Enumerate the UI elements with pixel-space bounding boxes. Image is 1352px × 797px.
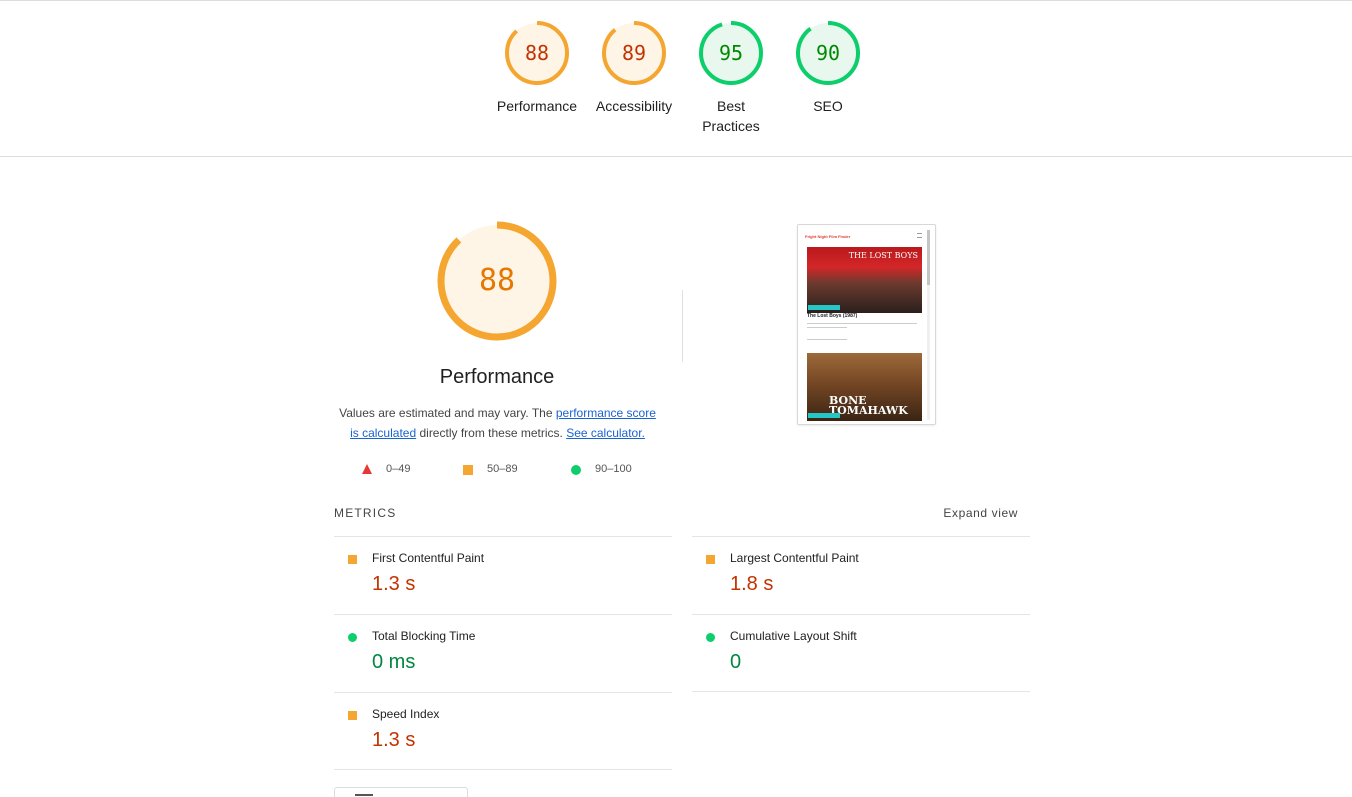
square-icon: [348, 555, 357, 564]
expand-view-button[interactable]: Expand view: [943, 506, 1018, 520]
metric-label: Total Blocking Time: [372, 629, 476, 643]
legend-pass-label: 90–100: [595, 463, 632, 475]
metric-label: First Contentful Paint: [372, 551, 485, 565]
performance-description: Values are estimated and may vary. The p…: [334, 403, 661, 443]
thumb-text-line: [807, 339, 847, 340]
metrics-header: METRICS Expand view: [334, 506, 1030, 522]
metric-divider: [334, 769, 672, 770]
hamburger-icon: [917, 233, 922, 238]
score-legend: 0–49 50–89 90–100: [360, 462, 660, 478]
header-divider: [0, 156, 1352, 157]
metric-value: 1.8 s: [730, 573, 774, 595]
metric-value: 1.3 s: [372, 729, 416, 751]
poster-tag: [808, 305, 840, 310]
poster-title: THE LOST BOYS: [848, 251, 918, 260]
legend-fail: 0–49: [360, 462, 410, 475]
triangle-icon: [362, 464, 372, 474]
thumb-caption: The Lost Boys (1987): [807, 313, 858, 319]
thumb-text-line: [807, 323, 917, 324]
gauge-score: 88: [524, 41, 550, 65]
see-calculator-link[interactable]: See calculator.: [566, 426, 645, 440]
metric-value: 0: [730, 651, 742, 673]
legend-pass: 90–100: [569, 462, 632, 475]
metric-cumulative-layout-shift: Cumulative Layout Shift 0: [692, 614, 1030, 692]
legend-average-label: 50–89: [487, 463, 518, 475]
desc-text: Values are estimated and may vary. The: [339, 406, 556, 420]
legend-fail-label: 0–49: [386, 463, 411, 475]
gauge-best-practices[interactable]: 95 Best Practices: [686, 20, 776, 136]
square-icon: [706, 555, 715, 564]
vertical-divider: [682, 290, 683, 362]
performance-title: Performance: [439, 366, 555, 388]
poster-title: BONE TOMAHAWK: [829, 394, 908, 417]
top-divider: [0, 0, 1352, 1]
metric-speed-index: Speed Index 1.3 s: [334, 692, 672, 770]
circle-icon: [571, 465, 581, 475]
metric-divider: [692, 691, 1030, 692]
gauge-seo[interactable]: 90 SEO: [783, 20, 873, 116]
legend-average: 50–89: [461, 462, 518, 475]
gauge-score: 89: [621, 41, 647, 65]
score-gauges: 88 Performance 89 Accessibility 95 Best …: [0, 20, 1352, 140]
poster-image: BONE TOMAHAWK: [807, 353, 922, 421]
poster-image: THE LOST BOYS: [807, 247, 922, 313]
treemap-button[interactable]: [334, 787, 468, 797]
gauge-score: 90: [815, 41, 841, 65]
square-icon: [463, 465, 473, 475]
circle-icon: [706, 633, 715, 642]
metrics-heading: METRICS: [334, 506, 397, 520]
gauge-score: 95: [718, 41, 744, 65]
treemap-icon: [355, 794, 373, 796]
performance-score: 88: [478, 263, 516, 298]
metric-total-blocking-time: Total Blocking Time 0 ms: [334, 614, 672, 692]
square-icon: [348, 711, 357, 720]
gauge-label: Performance: [496, 98, 578, 114]
gauge-label: Accessibility: [595, 98, 673, 114]
metric-first-contentful-paint: First Contentful Paint 1.3 s: [334, 536, 672, 614]
metric-label: Largest Contentful Paint: [730, 551, 859, 565]
metric-value: 0 ms: [372, 651, 416, 673]
gauge-label: SEO: [813, 98, 843, 114]
metric-label: Speed Index: [372, 707, 440, 721]
thumb-scrollbar: [927, 230, 930, 420]
poster-tag: [808, 413, 840, 418]
final-screenshot[interactable]: Fright Night Film Finder THE LOST BOYS T…: [797, 224, 936, 425]
gauge-label: Best Practices: [702, 98, 760, 134]
thumb-site-title: Fright Night Film Finder: [805, 234, 851, 239]
metric-label: Cumulative Layout Shift: [730, 629, 857, 643]
thumb-text-line: [807, 327, 847, 328]
circle-icon: [348, 633, 357, 642]
metric-value: 1.3 s: [372, 573, 416, 595]
desc-text: directly from these metrics.: [416, 426, 567, 440]
metric-largest-contentful-paint: Largest Contentful Paint 1.8 s: [692, 536, 1030, 614]
gauge-accessibility[interactable]: 89 Accessibility: [589, 20, 679, 116]
gauge-performance[interactable]: 88 Performance: [492, 20, 582, 116]
